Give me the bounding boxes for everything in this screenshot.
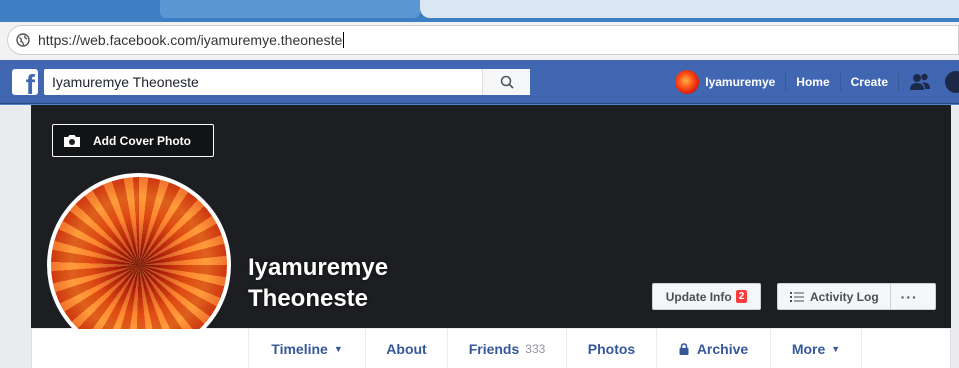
browser-address-bar: https://web.facebook.com/iyamuremye.theo… bbox=[0, 22, 959, 60]
profile-nav-name: Iyamuremye bbox=[705, 75, 776, 89]
url-input[interactable]: https://web.facebook.com/iyamuremye.theo… bbox=[7, 25, 959, 55]
add-cover-photo-button[interactable]: Add Cover Photo bbox=[52, 124, 214, 157]
nav-divider bbox=[898, 73, 899, 91]
caret-down-icon: ▼ bbox=[831, 343, 841, 354]
text-cursor bbox=[343, 32, 345, 48]
lock-icon bbox=[679, 342, 689, 355]
create-link[interactable]: Create bbox=[841, 70, 898, 94]
activity-log-label: Activity Log bbox=[810, 289, 879, 304]
update-info-label: Update Info bbox=[665, 289, 732, 304]
facebook-top-bar: f Iyamuremye Theoneste Iyamuremye Home C… bbox=[0, 60, 959, 104]
search-bar[interactable]: Iyamuremye Theoneste bbox=[44, 69, 530, 95]
messenger-icon[interactable] bbox=[945, 71, 959, 93]
add-cover-photo-label: Add Cover Photo bbox=[93, 133, 191, 148]
browser-tab[interactable] bbox=[160, 0, 420, 18]
tab-friends[interactable]: Friends 333 bbox=[447, 329, 566, 368]
home-link[interactable]: Home bbox=[786, 70, 839, 94]
friend-requests-icon[interactable] bbox=[909, 72, 931, 92]
profile-name-last: Theoneste bbox=[248, 285, 369, 312]
tab-timeline[interactable]: Timeline ▼ bbox=[248, 329, 365, 368]
profile-name-first: Iyamuremye bbox=[248, 254, 389, 281]
update-info-button[interactable]: Update Info 2 bbox=[652, 283, 761, 310]
list-icon bbox=[790, 291, 804, 302]
globe-icon bbox=[16, 33, 30, 47]
search-icon bbox=[500, 75, 514, 89]
tab-photos[interactable]: Photos bbox=[566, 329, 656, 368]
facebook-logo-letter: f bbox=[25, 69, 35, 96]
caret-down-icon: ▼ bbox=[333, 343, 343, 354]
browser-tab-strip bbox=[0, 0, 959, 22]
top-nav: Iyamuremye Home Create bbox=[665, 60, 959, 104]
tab-more[interactable]: More ▼ bbox=[770, 329, 862, 368]
camera-icon bbox=[64, 134, 80, 147]
browser-tab-active[interactable] bbox=[420, 0, 959, 18]
friends-count: 333 bbox=[525, 341, 546, 356]
profile-nav-link[interactable]: Iyamuremye bbox=[665, 70, 785, 94]
profile-picture-image bbox=[51, 177, 227, 353]
profile-tabs: Timeline ▼ About Friends 333 Photos Arch… bbox=[31, 329, 951, 368]
tab-archive[interactable]: Archive bbox=[656, 329, 770, 368]
search-input[interactable]: Iyamuremye Theoneste bbox=[44, 74, 482, 90]
tab-friends-label: Friends bbox=[468, 340, 520, 357]
tab-photos-label: Photos bbox=[587, 340, 636, 357]
update-info-badge: 2 bbox=[735, 290, 748, 303]
activity-log-button[interactable]: Activity Log ··· bbox=[777, 283, 936, 310]
avatar bbox=[675, 70, 700, 94]
tab-more-label: More bbox=[791, 340, 826, 357]
facebook-logo-icon[interactable]: f bbox=[12, 69, 38, 95]
tab-about-label: About bbox=[386, 340, 427, 357]
tab-about[interactable]: About bbox=[365, 329, 447, 368]
url-text: https://web.facebook.com/iyamuremye.theo… bbox=[38, 32, 343, 48]
more-options-button[interactable]: ··· bbox=[891, 289, 928, 305]
tab-timeline-label: Timeline bbox=[271, 340, 328, 357]
profile-name[interactable]: Iyamuremye Theoneste bbox=[248, 252, 388, 314]
tab-archive-label: Archive bbox=[696, 340, 749, 357]
search-button[interactable] bbox=[482, 69, 530, 95]
